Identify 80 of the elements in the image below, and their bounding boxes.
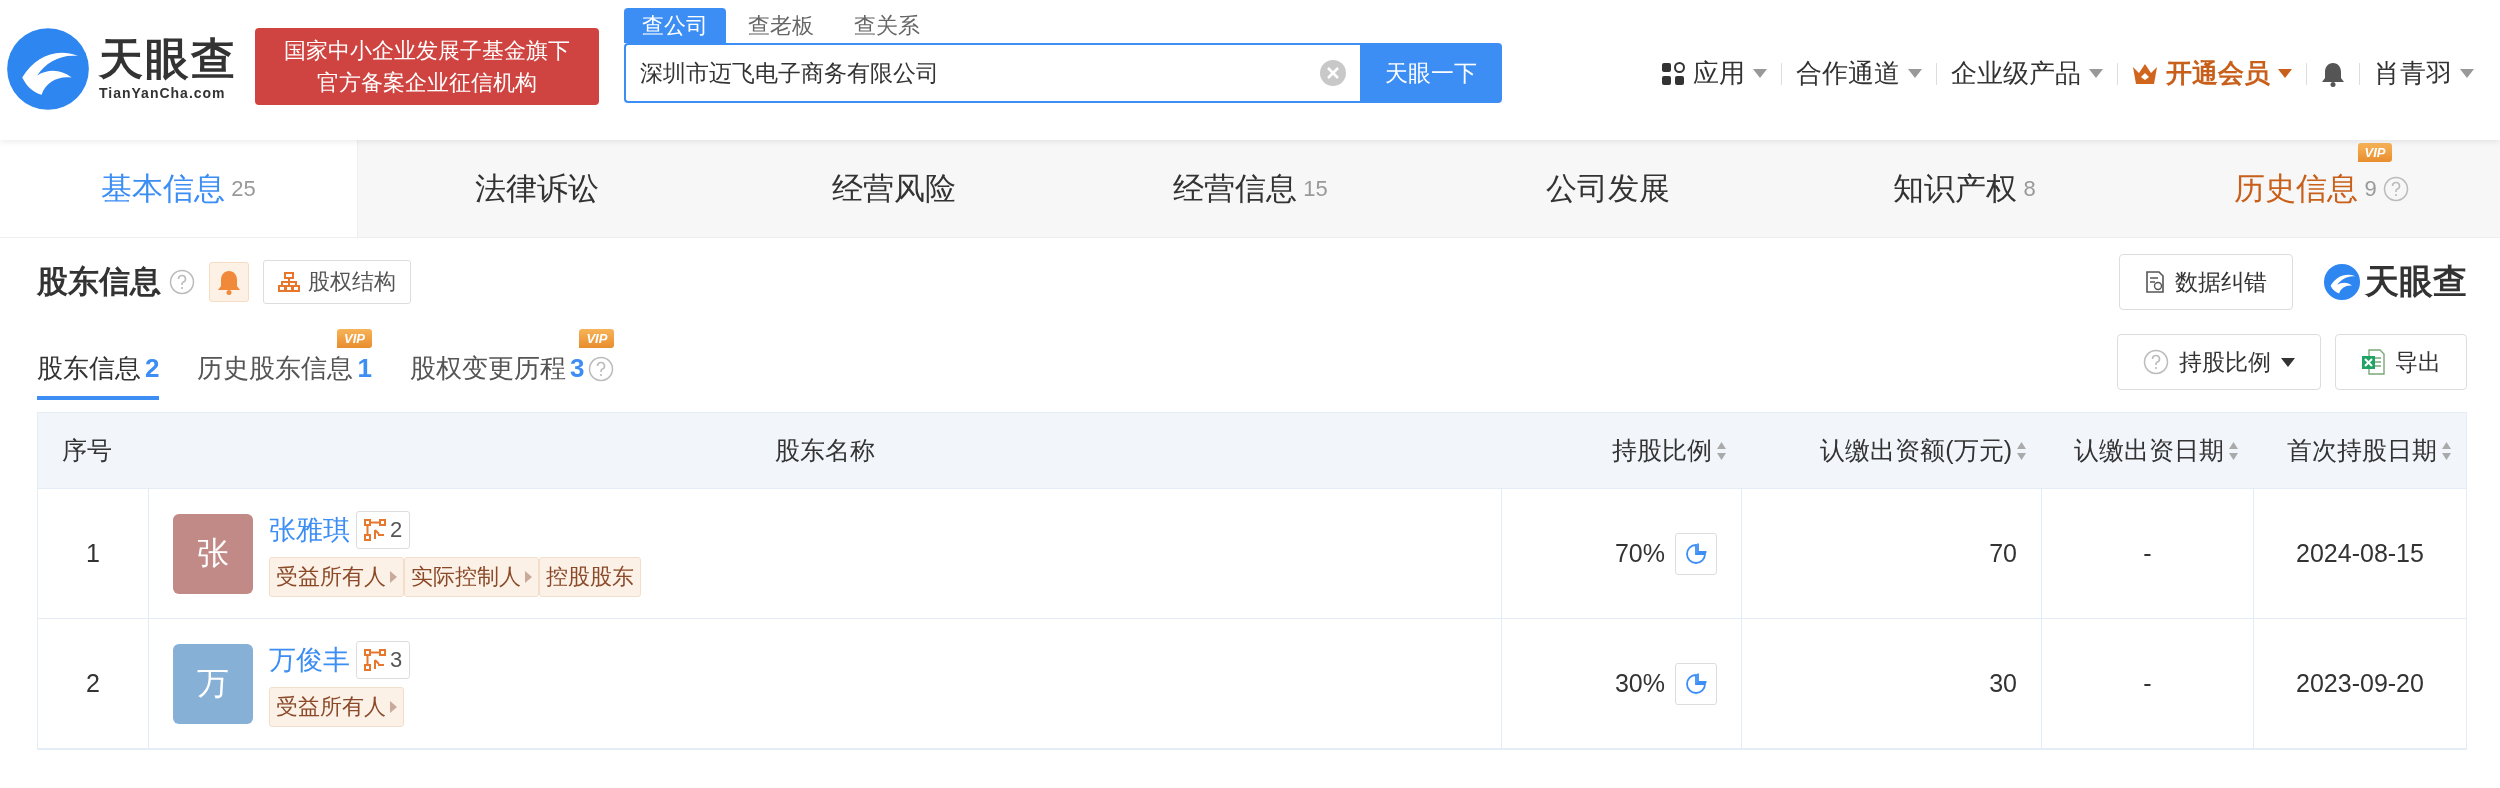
clear-icon[interactable] (1320, 60, 1346, 86)
nav-menu[interactable]: 企业级产品 (1937, 56, 2117, 91)
logo-icon (2323, 263, 2361, 301)
help-icon (2143, 349, 2169, 375)
caret-icon (2281, 357, 2295, 367)
brand-text: 天眼查 (2365, 261, 2467, 302)
section-title: 股东信息 (37, 263, 161, 301)
equity-structure-button[interactable]: 股权结构 (263, 260, 411, 304)
crown-icon (2132, 62, 2158, 85)
role-tag[interactable]: 实际控制人 (404, 556, 539, 597)
bell-icon (217, 269, 241, 295)
column-header[interactable]: 首次持股日期 (2253, 413, 2466, 489)
tab-count: 25 (231, 175, 256, 202)
table-cell: 30 (1741, 619, 2041, 749)
table-cell: 70% (1614, 539, 1665, 568)
membership-menu[interactable]: 开通会员 (2118, 56, 2306, 91)
chart-button[interactable] (1675, 532, 1717, 575)
table-cell: 70 (1741, 489, 2041, 619)
table-cell: 2023-09-20 (2253, 619, 2466, 749)
apps-menu[interactable]: 应用 (1647, 56, 1781, 91)
column-header[interactable]: 认缴出资额(万元) (1741, 413, 2041, 489)
role-tag[interactable]: 控股股东 (539, 556, 641, 597)
section-tab[interactable]: 公司发展 (1429, 140, 1786, 237)
logo-domain: TianYanCha.com (99, 85, 227, 101)
network-icon (364, 518, 386, 541)
column-header[interactable]: 认缴出资日期 (2041, 413, 2253, 489)
search-tab[interactable]: 查关系 (836, 8, 938, 43)
table-cell: 2 (38, 619, 148, 749)
caret-icon (2278, 69, 2292, 78)
hierarchy-icon (278, 272, 300, 292)
help-icon (169, 269, 195, 295)
tab-count: 8 (2023, 175, 2036, 202)
logo-icon (5, 26, 91, 112)
spreadsheet-icon (2361, 349, 2385, 375)
tab-count: 9 (2364, 175, 2377, 202)
vip-badge: VIP (579, 329, 615, 348)
nav-menu[interactable]: 合作通道 (1782, 56, 1936, 91)
relations-button[interactable]: 2 (356, 510, 411, 549)
section-tab[interactable]: 法律诉讼 (358, 140, 715, 237)
bell-icon (2321, 60, 2345, 87)
vip-badge: VIP (336, 329, 372, 348)
table-cell: 30% (1614, 669, 1665, 698)
tab-count: 15 (1303, 175, 1328, 202)
caret-icon (1753, 69, 1767, 78)
export-button[interactable]: 导出 (2335, 334, 2467, 390)
logo-text: 天眼查 (99, 37, 237, 81)
section-tab[interactable]: 知识产权 8 (1786, 140, 2143, 237)
caret-icon (1908, 69, 1922, 78)
avatar: 张 (173, 513, 253, 594)
table-cell: - (2041, 619, 2253, 749)
column-header: 序号 (38, 413, 148, 489)
section-tab[interactable]: 经营风险 (715, 140, 1072, 237)
search-field[interactable]: 深圳市迈飞电子商务有限公司 (624, 43, 1360, 103)
section-tab[interactable]: 经营信息 15 (1072, 140, 1429, 237)
nav-menu[interactable]: 肖青羽 (2360, 56, 2488, 91)
table-cell: - (2041, 489, 2253, 619)
network-icon (364, 648, 386, 671)
subscribe-button[interactable] (209, 262, 249, 302)
caret-icon (2460, 69, 2474, 78)
grid-icon (1661, 61, 1685, 86)
caret-icon (2089, 69, 2103, 78)
table-cell: 1 (38, 489, 148, 619)
column-header: 股东名称 (148, 413, 1501, 489)
ratio-filter-button[interactable]: 持股比例 (2117, 334, 2321, 390)
section-tab[interactable]: VIP 历史信息 9 (2143, 140, 2500, 237)
document-icon (2145, 271, 2165, 293)
vip-badge: VIP (2357, 143, 2393, 162)
role-tag[interactable]: 受益所有人 (269, 686, 404, 727)
avatar: 万 (173, 643, 253, 724)
chart-button[interactable] (1675, 662, 1717, 705)
data-correction-button[interactable]: 数据纠错 (2119, 254, 2293, 310)
relations-button[interactable]: 3 (356, 640, 411, 679)
certification-banner: 国家中小企业发展子基金旗下 官方备案企业征信机构 (255, 28, 599, 105)
table-cell: 2024-08-15 (2253, 489, 2466, 619)
shareholder-tab[interactable]: 股东信息 2 (37, 351, 160, 400)
role-tag[interactable]: 受益所有人 (269, 556, 404, 597)
pie-chart-icon (1685, 542, 1707, 565)
search-tab[interactable]: 查老板 (730, 8, 832, 43)
column-header[interactable]: 持股比例 (1501, 413, 1741, 489)
pie-chart-icon (1685, 672, 1707, 695)
